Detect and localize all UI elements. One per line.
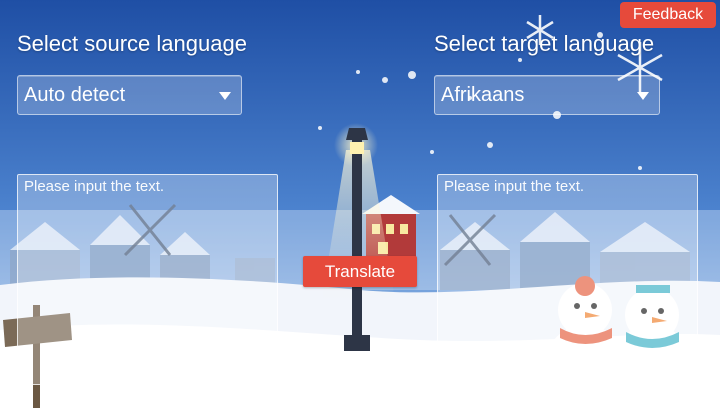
source-text-area[interactable]	[17, 174, 278, 385]
source-language-label: Select source language	[17, 31, 247, 56]
chevron-down-icon	[637, 92, 649, 100]
source-text-input[interactable]	[18, 175, 277, 384]
source-language-value: Auto detect	[24, 84, 126, 106]
translate-button[interactable]: Translate	[303, 256, 417, 287]
feedback-button[interactable]: Feedback	[620, 2, 716, 28]
target-language-value: Afrikaans	[441, 84, 525, 106]
target-text-area[interactable]	[437, 174, 698, 385]
source-language-dropdown[interactable]: Auto detect	[17, 75, 242, 115]
target-text-output[interactable]	[438, 175, 697, 384]
target-language-dropdown[interactable]: Afrikaans	[434, 75, 660, 115]
chevron-down-icon	[219, 92, 231, 100]
target-language-label: Select target language	[434, 31, 655, 56]
